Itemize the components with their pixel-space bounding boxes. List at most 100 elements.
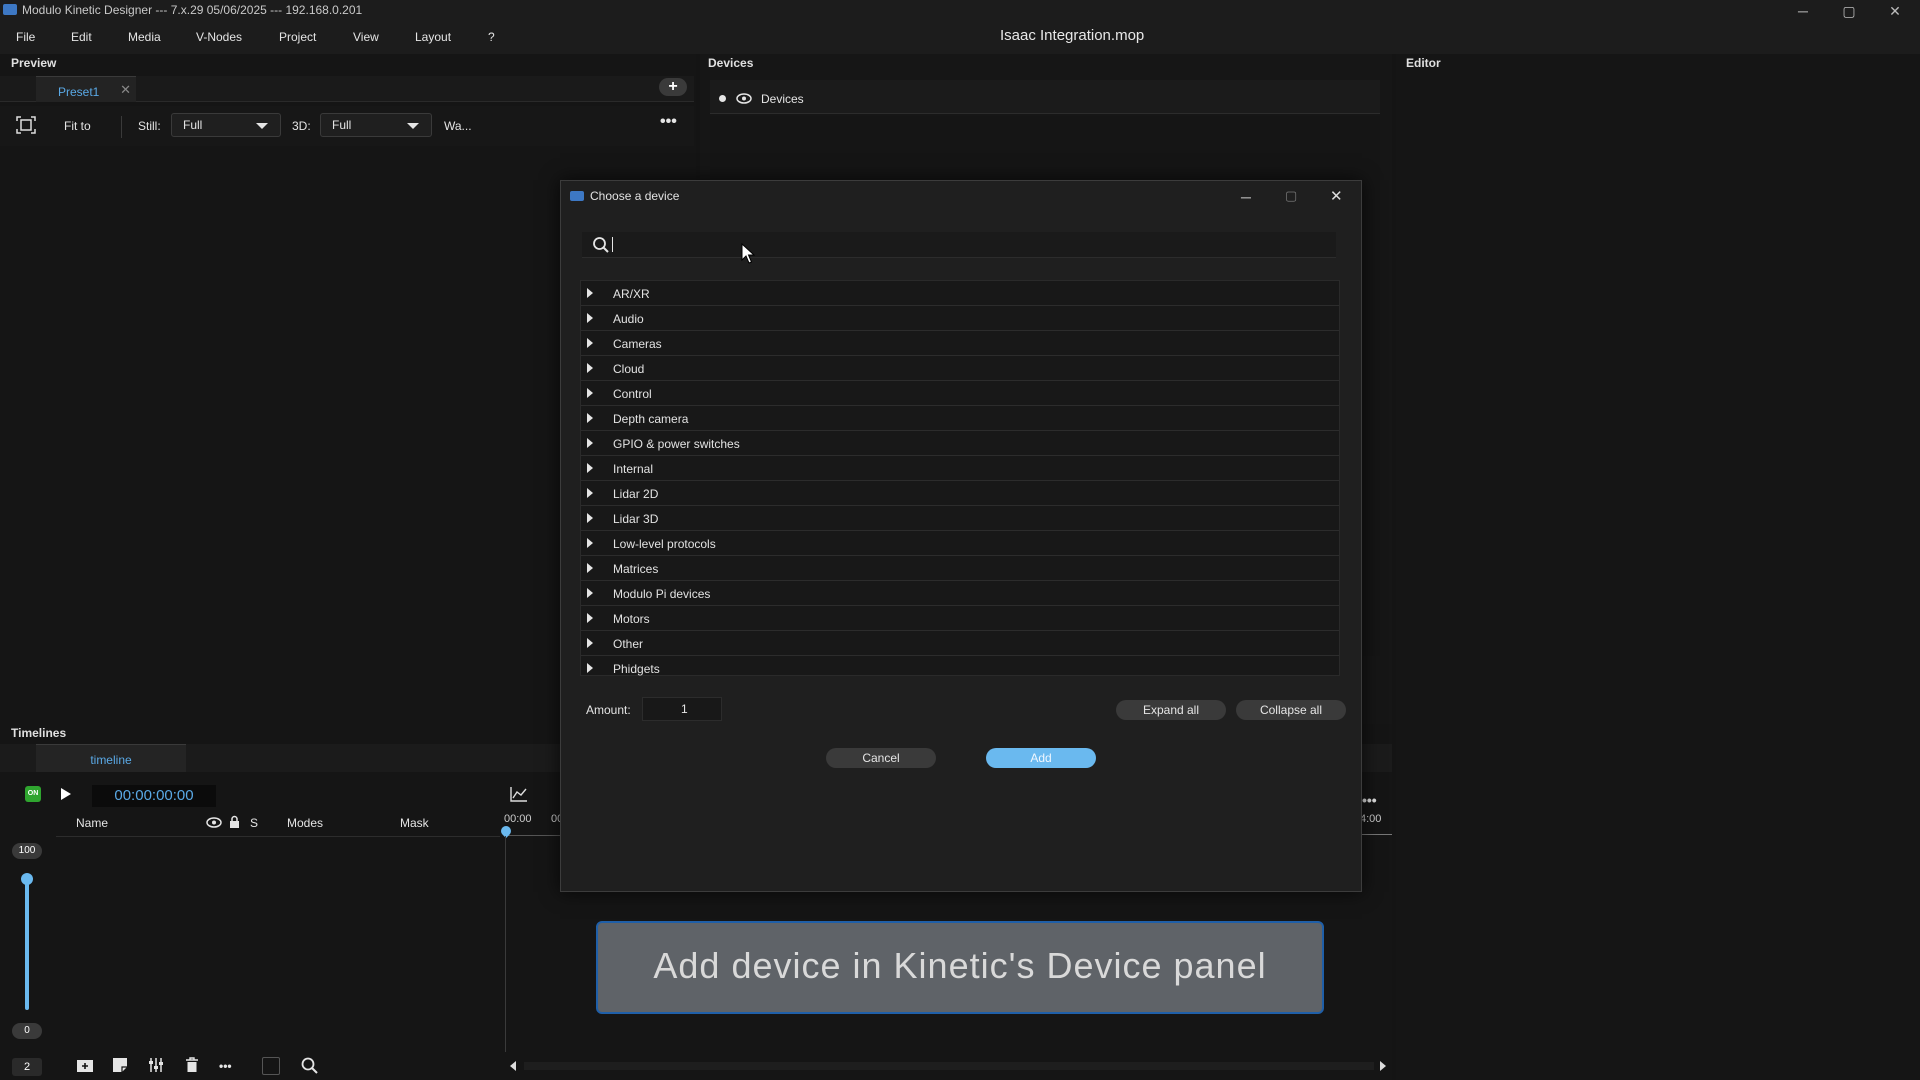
- scroll-left-icon[interactable]: [510, 1061, 516, 1071]
- collapse-all-button[interactable]: Collapse all: [1236, 700, 1346, 720]
- amount-field[interactable]: [642, 697, 722, 721]
- preview-header: Preview: [11, 56, 57, 70]
- tab-timeline[interactable]: timeline: [36, 744, 186, 772]
- menu-bar: File Edit Media V-Nodes Project View Lay…: [0, 22, 1920, 54]
- category-row-internal[interactable]: Internal: [581, 456, 1339, 481]
- device-category-list: AR/XR Audio Cameras Cloud Control Depth …: [580, 280, 1340, 676]
- expand-arrow-icon[interactable]: [587, 363, 593, 373]
- category-label: Other: [613, 637, 644, 651]
- editor-header: Editor: [1406, 56, 1441, 70]
- 3d-select[interactable]: Full: [320, 113, 432, 137]
- color-swatch[interactable]: [262, 1057, 280, 1075]
- search-icon[interactable]: [301, 1057, 318, 1074]
- category-label: Matrices: [613, 562, 659, 576]
- expand-arrow-icon[interactable]: [587, 388, 593, 398]
- expand-arrow-icon[interactable]: [587, 638, 593, 648]
- add-track-icon[interactable]: [77, 1058, 93, 1072]
- category-row-modulo-pi-devices[interactable]: Modulo Pi devices: [581, 581, 1339, 606]
- lock-icon[interactable]: [229, 815, 240, 828]
- dialog-title: Choose a device: [590, 189, 680, 203]
- more-options-icon[interactable]: •••: [660, 113, 677, 131]
- category-row-lidar-3d[interactable]: Lidar 3D: [581, 506, 1339, 531]
- expand-arrow-icon[interactable]: [587, 588, 593, 598]
- fit-view-icon[interactable]: [16, 116, 36, 134]
- expand-arrow-icon[interactable]: [587, 338, 593, 348]
- maximize-button[interactable]: ▢: [1826, 0, 1872, 22]
- still-select[interactable]: Full: [171, 113, 281, 137]
- menu-view[interactable]: View: [353, 30, 379, 44]
- on-toggle[interactable]: ON: [25, 786, 41, 802]
- category-label: Cloud: [613, 362, 645, 376]
- category-row-lidar-2d[interactable]: Lidar 2D: [581, 481, 1339, 506]
- add-preset-button[interactable]: +: [659, 78, 687, 96]
- category-row-audio[interactable]: Audio: [581, 306, 1339, 331]
- category-label: Motors: [613, 612, 650, 626]
- category-row-ar-xr[interactable]: AR/XR: [581, 281, 1339, 306]
- expand-arrow-icon[interactable]: [587, 438, 593, 448]
- category-row-depth-camera[interactable]: Depth camera: [581, 406, 1339, 431]
- app-icon: [3, 4, 17, 15]
- expand-arrow-icon[interactable]: [587, 413, 593, 423]
- category-label: GPIO & power switches: [613, 437, 740, 451]
- column-divider: [56, 836, 500, 837]
- expand-arrow-icon[interactable]: [587, 488, 593, 498]
- window-title: Modulo Kinetic Designer --- 7.x.29 05/06…: [22, 3, 363, 17]
- expand-arrow-icon[interactable]: [587, 463, 593, 473]
- add-button[interactable]: Add: [986, 748, 1096, 768]
- cancel-button[interactable]: Cancel: [826, 748, 936, 768]
- expand-arrow-icon[interactable]: [587, 288, 593, 298]
- tab-label: Preset1: [58, 85, 100, 99]
- devices-tree-root[interactable]: Devices: [761, 92, 804, 106]
- play-icon[interactable]: [61, 788, 71, 800]
- scroll-right-icon[interactable]: [1380, 1061, 1386, 1071]
- volume-slider-track[interactable]: [25, 878, 29, 1010]
- note-icon[interactable]: [112, 1057, 128, 1073]
- category-row-low-level-protocols[interactable]: Low-level protocols: [581, 531, 1339, 556]
- category-label: Low-level protocols: [613, 537, 716, 551]
- eye-icon[interactable]: [736, 93, 752, 104]
- expand-arrow-icon[interactable]: [587, 513, 593, 523]
- device-search-input[interactable]: [616, 236, 1316, 254]
- menu-media[interactable]: Media: [128, 30, 161, 44]
- expand-arrow-icon[interactable]: [587, 538, 593, 548]
- category-row-gpio[interactable]: GPIO & power switches: [581, 431, 1339, 456]
- warp-label[interactable]: Wa...: [444, 119, 472, 133]
- close-window-button[interactable]: ✕: [1872, 0, 1918, 22]
- dialog-minimize-button[interactable]: ─: [1241, 189, 1251, 205]
- eye-icon[interactable]: [206, 817, 222, 828]
- minimize-button[interactable]: ─: [1780, 0, 1826, 22]
- mixer-icon[interactable]: [148, 1057, 164, 1073]
- fit-to-label[interactable]: Fit to: [64, 119, 91, 133]
- category-row-control[interactable]: Control: [581, 381, 1339, 406]
- timeline-more-icon[interactable]: •••: [1362, 792, 1377, 808]
- category-row-other[interactable]: Other: [581, 631, 1339, 656]
- dialog-maximize-button[interactable]: ▢: [1285, 188, 1297, 204]
- category-row-motors[interactable]: Motors: [581, 606, 1339, 631]
- volume-max-badge: 100: [12, 843, 42, 859]
- toolbar-divider: [121, 116, 122, 138]
- menu-file[interactable]: File: [16, 30, 35, 44]
- category-row-phidgets[interactable]: Phidgets: [581, 656, 1339, 681]
- menu-project[interactable]: Project: [279, 30, 316, 44]
- close-tab-icon[interactable]: ✕: [120, 82, 131, 98]
- timeline-scrollbar[interactable]: [524, 1062, 1374, 1070]
- tab-preset1[interactable]: Preset1 ✕: [36, 76, 136, 102]
- category-row-cloud[interactable]: Cloud: [581, 356, 1339, 381]
- category-row-matrices[interactable]: Matrices: [581, 556, 1339, 581]
- expand-arrow-icon[interactable]: [587, 563, 593, 573]
- expand-arrow-icon[interactable]: [587, 313, 593, 323]
- trash-icon[interactable]: [185, 1057, 199, 1073]
- volume-slider-handle[interactable]: [21, 873, 33, 885]
- expand-all-button[interactable]: Expand all: [1116, 700, 1226, 720]
- dialog-close-button[interactable]: ✕: [1330, 187, 1343, 205]
- menu-layout[interactable]: Layout: [415, 30, 451, 44]
- more-options-icon[interactable]: •••: [219, 1059, 232, 1073]
- menu-v-nodes[interactable]: V-Nodes: [196, 30, 242, 44]
- menu-edit[interactable]: Edit: [71, 30, 92, 44]
- curve-graph-icon[interactable]: [510, 786, 528, 802]
- category-row-cameras[interactable]: Cameras: [581, 331, 1339, 356]
- expand-arrow-icon[interactable]: [587, 613, 593, 623]
- time-ruler: [504, 826, 562, 836]
- expand-arrow-icon[interactable]: [587, 663, 593, 673]
- menu-help[interactable]: ?: [488, 30, 495, 44]
